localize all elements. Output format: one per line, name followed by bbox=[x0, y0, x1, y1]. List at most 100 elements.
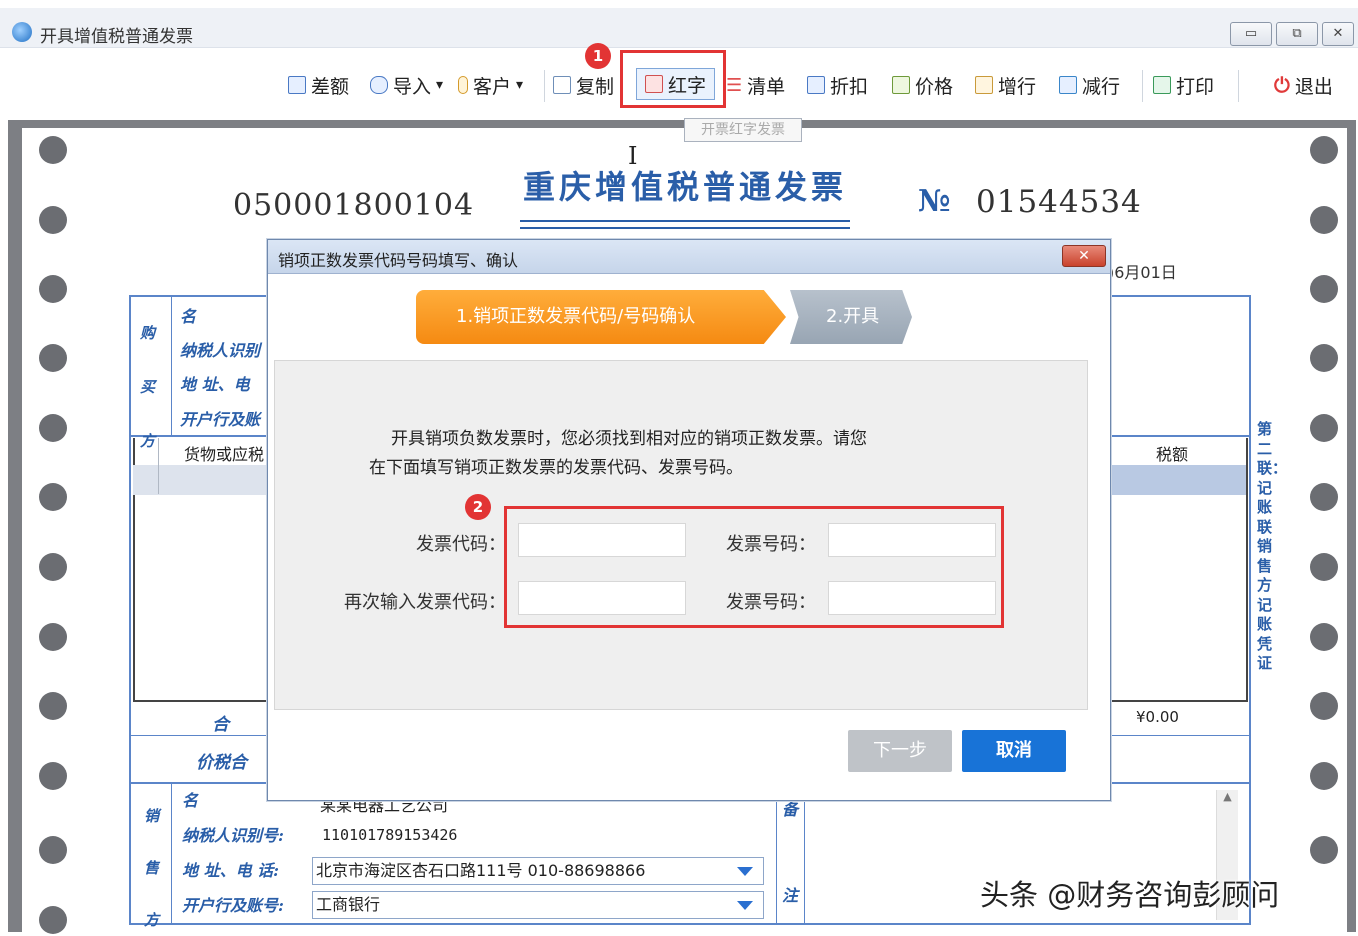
toolbar-customer-label: 客户 bbox=[473, 75, 512, 98]
toolbar-exit-button[interactable]: ⏻ 退出 bbox=[1274, 72, 1333, 98]
invoice-code-again-label: 再次输入发票代码： bbox=[344, 592, 506, 613]
seller-section-label: 销 售 方 bbox=[144, 807, 160, 929]
list-icon: ☰ bbox=[726, 74, 743, 96]
buyer-address-label: 地 址、电 bbox=[180, 375, 250, 394]
chevron-down-icon[interactable] bbox=[737, 901, 753, 910]
red-invoice-highlight bbox=[620, 50, 726, 108]
grid-line bbox=[1246, 438, 1248, 702]
import-icon bbox=[370, 76, 388, 94]
buyer-taxid-label: 纳税人识别 bbox=[180, 341, 261, 360]
feed-hole bbox=[39, 623, 67, 651]
dialog-message-line1: 开具销项负数发票时，您必须找到相对应的销项正数发票。请您 bbox=[391, 429, 867, 449]
red-invoice-tooltip: 开票红字发票 bbox=[684, 118, 802, 142]
feed-hole bbox=[39, 553, 67, 581]
seller-address-field[interactable]: 北京市海淀区杏石口路111号 010-88698866 bbox=[312, 857, 764, 885]
chevron-down-icon[interactable] bbox=[737, 867, 753, 876]
invoice-code-input[interactable] bbox=[518, 523, 686, 557]
feed-hole bbox=[1310, 206, 1338, 234]
chevron-down-icon: ▾ bbox=[436, 77, 444, 93]
window-close-button[interactable]: ✕ bbox=[1322, 22, 1354, 46]
total-amount: ¥0.00 bbox=[1136, 708, 1179, 726]
toolbar-exit-label: 退出 bbox=[1294, 75, 1333, 98]
cancel-button[interactable]: 取消 bbox=[962, 730, 1066, 772]
feed-hole bbox=[1310, 692, 1338, 720]
toolbar-price-button[interactable]: 价格 bbox=[892, 72, 953, 98]
goods-column-header: 货物或应税 bbox=[184, 445, 265, 464]
invoice-date: )6月01日 bbox=[1108, 263, 1177, 282]
feed-hole bbox=[39, 275, 67, 303]
feed-hole bbox=[39, 206, 67, 234]
confirm-dialog: 销项正数发票代码号码填写、确认 ✕ 1.销项正数发票代码/号码确认 2.开具 开… bbox=[267, 239, 1111, 801]
feed-hole bbox=[39, 483, 67, 511]
title-underline bbox=[520, 220, 850, 222]
feed-hole bbox=[39, 836, 67, 864]
dialog-message-line2: 在下面填写销项正数发票的发票代码、发票号码。 bbox=[369, 458, 743, 478]
feed-hole bbox=[1310, 553, 1338, 581]
dialog-message: 开具销项负数发票时，您必须找到相对应的销项正数发票。请您 在下面填写销项正数发票… bbox=[369, 425, 1011, 483]
feed-hole bbox=[1310, 762, 1338, 790]
window-title: 开具增值税普通发票 bbox=[40, 27, 193, 47]
next-step-button[interactable]: 下一步 bbox=[848, 730, 952, 772]
seller-taxid-label: 纳税人识别号: bbox=[182, 826, 284, 845]
dialog-close-button[interactable]: ✕ bbox=[1062, 245, 1106, 267]
minimize-button[interactable]: ▭ bbox=[1230, 22, 1272, 46]
invoice-code-again-input[interactable] bbox=[518, 581, 686, 615]
toolbar-import-button[interactable]: 导入 ▾ bbox=[370, 72, 443, 98]
toolbar-add-row-label: 增行 bbox=[998, 75, 1037, 98]
step-1-tab: 1.销项正数发票代码/号码确认 bbox=[416, 290, 786, 344]
restore-button[interactable]: ⧉ bbox=[1276, 22, 1318, 46]
grid-line bbox=[776, 782, 777, 925]
feed-hole bbox=[1310, 136, 1338, 164]
feed-hole bbox=[39, 136, 67, 164]
buyer-name-label: 名 bbox=[180, 307, 197, 326]
toolbar-add-row-button[interactable]: 增行 bbox=[975, 72, 1036, 98]
toolbar-import-label: 导入 bbox=[393, 75, 432, 98]
selected-row bbox=[133, 465, 267, 495]
invoice-code: 050001800104 bbox=[233, 188, 475, 223]
toolbar-price-label: 价格 bbox=[915, 75, 954, 98]
feed-hole bbox=[39, 762, 67, 790]
title-underline bbox=[520, 227, 850, 229]
grid-line bbox=[1249, 295, 1251, 925]
app-logo-icon bbox=[12, 22, 32, 42]
toolbar-discount-button[interactable]: 折扣 bbox=[807, 72, 868, 98]
add-row-icon bbox=[975, 76, 993, 94]
invoice-title: 重庆增值税普通发票 bbox=[522, 168, 847, 206]
feed-hole bbox=[1310, 414, 1338, 442]
toolbar-customer-button[interactable]: 客户 ▾ bbox=[458, 72, 523, 98]
difference-icon bbox=[288, 76, 306, 94]
invoice-number-input[interactable] bbox=[828, 523, 996, 557]
feed-hole bbox=[39, 906, 67, 934]
grid-line bbox=[171, 295, 172, 435]
step-2-tab: 2.开具 bbox=[790, 290, 912, 344]
feed-hole bbox=[1310, 483, 1338, 511]
price-tax-total-label: 价税合 bbox=[196, 753, 247, 773]
invoice-number-again-input[interactable] bbox=[828, 581, 996, 615]
number-symbol: № bbox=[918, 184, 951, 219]
copy-icon bbox=[553, 76, 571, 94]
selected-row bbox=[1112, 465, 1246, 495]
seller-address-label: 地 址、电 话: bbox=[182, 861, 280, 880]
toolbar-list-button[interactable]: ☰ 清单 bbox=[726, 72, 785, 98]
toolbar-remove-row-label: 减行 bbox=[1082, 75, 1121, 98]
dialog-title: 销项正数发票代码号码填写、确认 bbox=[278, 251, 519, 270]
dialog-header: 销项正数发票代码号码填写、确认 ✕ bbox=[268, 240, 1110, 274]
grid-line bbox=[171, 782, 172, 925]
feed-hole bbox=[39, 344, 67, 372]
toolbar-difference-button[interactable]: 差额 bbox=[288, 72, 349, 98]
buyer-section-label: 购 买 方 bbox=[140, 324, 156, 450]
total-label: 合 bbox=[212, 715, 229, 735]
feed-hole bbox=[1310, 344, 1338, 372]
toolbar-print-button[interactable]: 打印 bbox=[1153, 72, 1214, 98]
toolbar-discount-label: 折扣 bbox=[830, 75, 869, 98]
toolbar-remove-row-button[interactable]: 减行 bbox=[1059, 72, 1120, 98]
toolbar-separator bbox=[1238, 70, 1239, 102]
feed-hole bbox=[1310, 623, 1338, 651]
customer-icon bbox=[458, 76, 468, 94]
seller-bank-field[interactable]: 工商银行 bbox=[312, 891, 764, 919]
scroll-up-icon[interactable]: ▲ bbox=[1217, 790, 1238, 803]
feed-hole bbox=[1310, 275, 1338, 303]
toolbar-copy-button[interactable]: 复制 bbox=[553, 72, 614, 98]
feed-hole bbox=[1310, 836, 1338, 864]
grid-line bbox=[129, 923, 1251, 925]
